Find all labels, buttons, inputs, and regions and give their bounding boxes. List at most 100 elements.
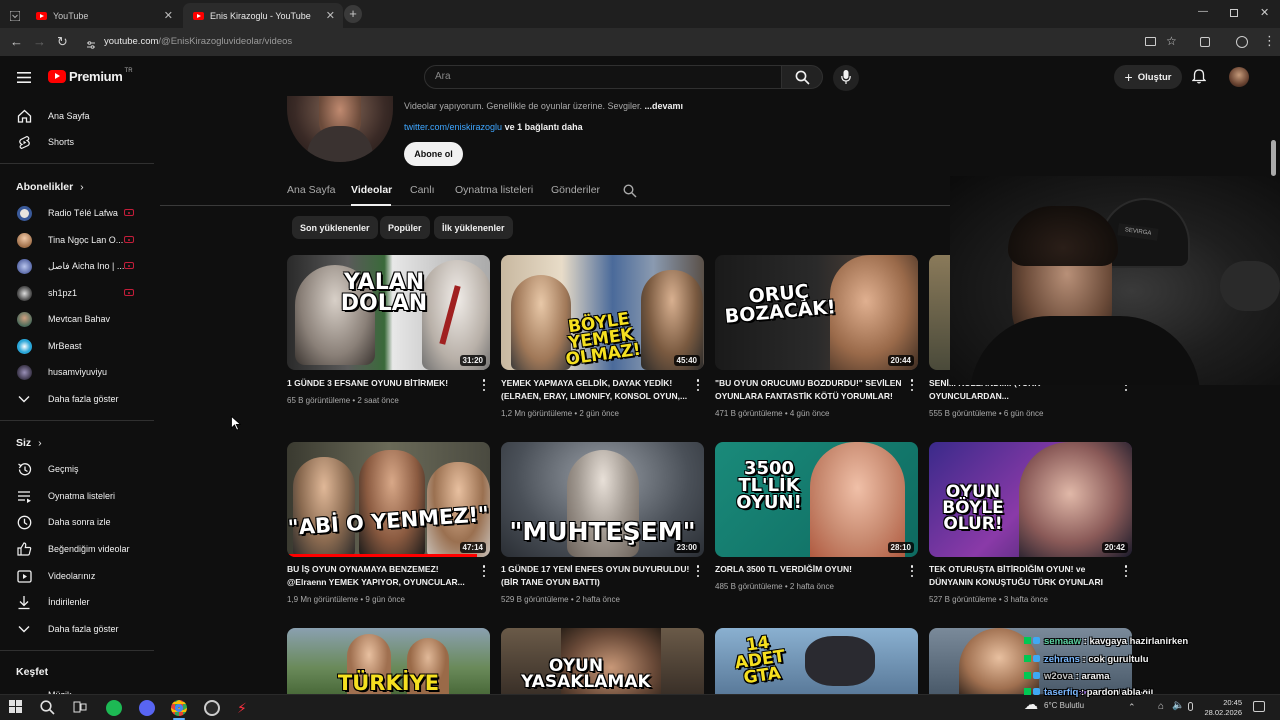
tab-youtube[interactable]: YouTube ✕ <box>26 3 181 28</box>
task-view-icon[interactable] <box>73 700 89 716</box>
description-more-link[interactable]: ...devamı <box>644 101 683 111</box>
video-thumbnail[interactable]: BÖYLE YEMEK OLMAZ! 45:40 <box>501 255 704 370</box>
video-thumbnail[interactable]: OYUN YASAKLAMAK <box>501 628 704 694</box>
sidebar-item-your-videos[interactable]: Videolarınız <box>0 563 154 589</box>
sidebar-item-downloads[interactable]: İndirilenler <box>0 589 154 615</box>
sidebar-item-subscription[interactable]: Radio Télé Lafwa <box>0 200 154 226</box>
sidebar-item-subscription[interactable]: Mevtcan Bahav <box>0 306 154 332</box>
video-thumbnail[interactable]: OYUN BÖYLE OLUR! 20:42 <box>929 442 1132 557</box>
volume-icon[interactable]: 🔈 <box>1172 700 1184 711</box>
reload-icon[interactable]: ↻ <box>57 34 68 50</box>
video-menu-icon[interactable] <box>910 565 914 577</box>
tab-channel[interactable]: Enis Kirazoglu - YouTube ✕ <box>183 3 343 28</box>
page-scrollbar[interactable] <box>1271 140 1276 176</box>
app-bolt-icon[interactable]: ⚡ <box>237 700 253 716</box>
tab-playlists[interactable]: Oynatma listeleri <box>455 184 533 196</box>
search-button[interactable] <box>781 65 823 89</box>
twitter-link[interactable]: twitter.com/eniskirazoglu <box>404 122 502 132</box>
notification-center-icon[interactable] <box>1253 701 1265 712</box>
create-button[interactable]: + Oluştur <box>1114 65 1182 89</box>
discord-icon[interactable] <box>139 700 155 716</box>
taskbar-search-icon[interactable] <box>40 700 56 716</box>
video-title[interactable]: YEMEK YAPMAYA GELDİK, DAYAK YEDİK! (ELRA… <box>501 377 691 403</box>
video-thumbnail[interactable]: ORUÇ BOZACAK! 20:44 <box>715 255 918 370</box>
tray-chevron-icon[interactable]: ⌃ <box>1128 702 1136 713</box>
video-menu-icon[interactable] <box>1124 565 1128 577</box>
account-avatar[interactable] <box>1229 67 1249 87</box>
tab-posts[interactable]: Gönderiler <box>551 184 600 196</box>
sidebar-item-playlists[interactable]: Oynatma listeleri <box>0 483 154 509</box>
extensions-icon[interactable] <box>1200 37 1210 47</box>
sidebar-item-home[interactable]: Ana Sayfa <box>0 103 154 129</box>
site-info-icon[interactable] <box>86 37 96 49</box>
hamburger-menu-icon[interactable] <box>17 70 31 83</box>
cast-icon[interactable] <box>1145 37 1156 46</box>
obs-icon[interactable] <box>204 700 220 716</box>
sidebar-item-liked-videos[interactable]: Beğendiğim videolar <box>0 536 154 562</box>
chip-oldest[interactable]: İlk yüklenenler <box>434 216 513 239</box>
close-window-icon[interactable]: ✕ <box>1260 6 1269 19</box>
tab-live[interactable]: Canlı <box>410 184 435 196</box>
video-menu-icon[interactable] <box>910 379 914 391</box>
voice-search-button[interactable] <box>833 65 859 91</box>
back-icon[interactable]: ← <box>10 34 23 49</box>
sidebar-item-subscription[interactable]: Tina Ngọc Lan O... <box>0 227 154 253</box>
video-title[interactable]: "BU OYUN ORUCUMU BOZDURDU!" SEVİLEN OYUN… <box>715 377 905 403</box>
video-thumbnail[interactable]: "MUHTEŞEM" 23:00 <box>501 442 704 557</box>
channel-search-icon[interactable] <box>623 184 637 201</box>
maximize-icon[interactable] <box>1230 9 1238 17</box>
video-menu-icon[interactable] <box>696 379 700 391</box>
url-field[interactable]: youtube.com/@EnisKirazogluvideolar/video… <box>104 36 292 47</box>
windows-start-icon[interactable] <box>9 700 25 716</box>
taskbar-clock[interactable]: 20:45 28.02.2026 <box>1200 698 1242 718</box>
network-icon[interactable]: ⌂ <box>1158 701 1164 712</box>
video-thumbnail[interactable]: YALAN DOLAN 31:20 <box>287 255 490 370</box>
video-menu-icon[interactable] <box>482 379 486 391</box>
bookmark-star-icon[interactable]: ☆ <box>1166 34 1177 48</box>
profile-icon[interactable] <box>1236 36 1248 48</box>
video-menu-icon[interactable] <box>482 565 486 577</box>
tab-videos[interactable]: Videolar <box>351 184 392 196</box>
sidebar-item-subscription[interactable]: MrBeast <box>0 333 154 359</box>
video-thumbnail[interactable]: 3500 TL'LİK OYUN! 28:10 <box>715 442 918 557</box>
sidebar-item-shorts[interactable]: Shorts <box>0 129 154 155</box>
video-thumbnail[interactable]: TÜRKİYE <box>287 628 490 694</box>
subscriptions-heading[interactable]: Abonelikler › <box>16 181 84 193</box>
search-input[interactable]: Ara <box>424 65 782 89</box>
sidebar-item-watch-later[interactable]: Daha sonra izle <box>0 509 154 535</box>
notifications-bell-icon[interactable] <box>1191 69 1207 84</box>
you-heading[interactable]: Siz › <box>16 437 42 449</box>
video-thumbnail[interactable]: 14 ADET GTA <box>715 628 918 694</box>
close-tab-icon[interactable]: ✕ <box>164 9 173 22</box>
weather-widget[interactable]: ☁ <box>1024 696 1044 718</box>
video-title[interactable]: 1 GÜNDE 17 YENİ ENFES OYUN DUYURULDU! (B… <box>501 563 691 589</box>
minimize-icon[interactable]: — <box>1198 6 1208 17</box>
video-menu-icon[interactable] <box>696 565 700 577</box>
sidebar-item-show-more[interactable]: Daha fazla göster <box>0 616 154 642</box>
menu-dots-icon[interactable]: ⋮ <box>1263 33 1276 49</box>
new-tab-button[interactable]: + <box>344 5 362 23</box>
tab-home[interactable]: Ana Sayfa <box>287 184 335 196</box>
sidebar-item-subscription[interactable]: فاصل Aicha Ino | ... <box>0 253 154 279</box>
youtube-premium-logo[interactable]: Premium TR <box>48 68 133 84</box>
video-thumbnail[interactable]: "ABİ O YENMEZ!" 47:14 <box>287 442 490 557</box>
video-title[interactable]: BU İŞ OYUN OYNAMAYA BENZEMEZ! @Elraenn Y… <box>287 563 477 589</box>
channel-avatar[interactable] <box>287 96 393 162</box>
chrome-icon[interactable] <box>171 700 187 716</box>
spotify-icon[interactable] <box>106 700 122 716</box>
sidebar-item-show-more[interactable]: Daha fazla göster <box>0 386 154 412</box>
video-title[interactable]: TEK OTURUŞTA BİTİRDİĞİM OYUN! ve DÜNYANI… <box>929 563 1119 589</box>
close-tab-icon[interactable]: ✕ <box>326 9 335 22</box>
video-title[interactable]: 1 GÜNDE 3 EFSANE OYUNU BİTİRMEK! <box>287 377 477 390</box>
forward-icon[interactable]: → <box>33 34 46 49</box>
sidebar-item-subscription[interactable]: sh1pz1 <box>0 280 154 306</box>
chip-latest[interactable]: Son yüklenenler <box>292 216 378 239</box>
more-links[interactable]: ve 1 bağlantı daha <box>505 122 583 132</box>
sidebar-item-subscription[interactable]: husamviyuviyu <box>0 359 154 385</box>
subscribe-button[interactable]: Abone ol <box>404 142 463 166</box>
sidebar-item-history[interactable]: Geçmiş <box>0 456 154 482</box>
channel-description[interactable]: Videolar yapıyorum. Genellikle de oyunla… <box>404 101 683 111</box>
microphone-tray-icon[interactable] <box>1188 702 1193 711</box>
video-title[interactable]: ZORLA 3500 TL VERDİĞİM OYUN! <box>715 563 905 576</box>
chip-popular[interactable]: Popüler <box>380 216 430 239</box>
